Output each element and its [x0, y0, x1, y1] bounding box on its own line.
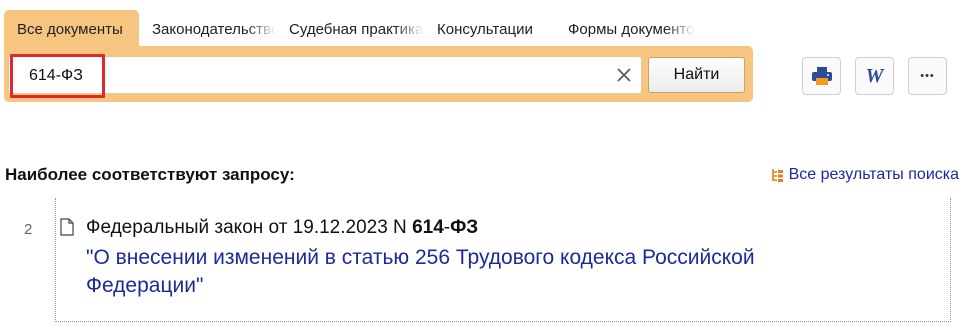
- all-results-link[interactable]: Все результаты поиска: [770, 166, 959, 184]
- tab-all-documents[interactable]: Все документы: [4, 10, 139, 47]
- result-number: 2: [24, 221, 33, 238]
- printer-icon: [811, 67, 832, 85]
- clear-search-button[interactable]: [613, 64, 635, 86]
- results-heading: Наиболее соответствуют запросу:: [5, 165, 295, 184]
- more-options-button[interactable]: •••: [908, 57, 947, 95]
- search-panel: 614-ФЗ Найти: [4, 46, 753, 102]
- search-query-text[interactable]: 614-ФЗ: [29, 57, 83, 93]
- tab-court-practice[interactable]: Судебная практика: [276, 10, 424, 47]
- word-icon: W: [865, 64, 884, 87]
- result-title-link[interactable]: "О внесении изменений в статью 256 Трудо…: [86, 244, 866, 300]
- list-tree-icon: [771, 168, 783, 182]
- tab-consultations[interactable]: Консультации: [424, 10, 555, 47]
- search-input[interactable]: 614-ФЗ: [8, 54, 642, 98]
- result-doc-number: 614: [412, 217, 444, 238]
- document-icon: [60, 218, 74, 236]
- search-button[interactable]: Найти: [648, 57, 745, 93]
- all-results-label: Все результаты поиска: [788, 166, 959, 183]
- result-doc-prefix: Федеральный закон от 19.12.2023 N: [86, 217, 413, 238]
- export-word-button[interactable]: W: [855, 57, 894, 95]
- tab-document-forms[interactable]: Формы документов: [555, 10, 695, 47]
- more-icon: •••: [920, 70, 935, 82]
- close-icon: [617, 68, 631, 82]
- result-document-type: Федеральный закон от 19.12.2023 N 614-ФЗ: [86, 217, 478, 239]
- document-type-tabs: Все документы Законодательство Судебная …: [4, 10, 695, 47]
- result-doc-suffix: ФЗ: [450, 217, 479, 238]
- tab-legislation[interactable]: Законодательство: [139, 10, 276, 47]
- print-button[interactable]: [802, 57, 841, 95]
